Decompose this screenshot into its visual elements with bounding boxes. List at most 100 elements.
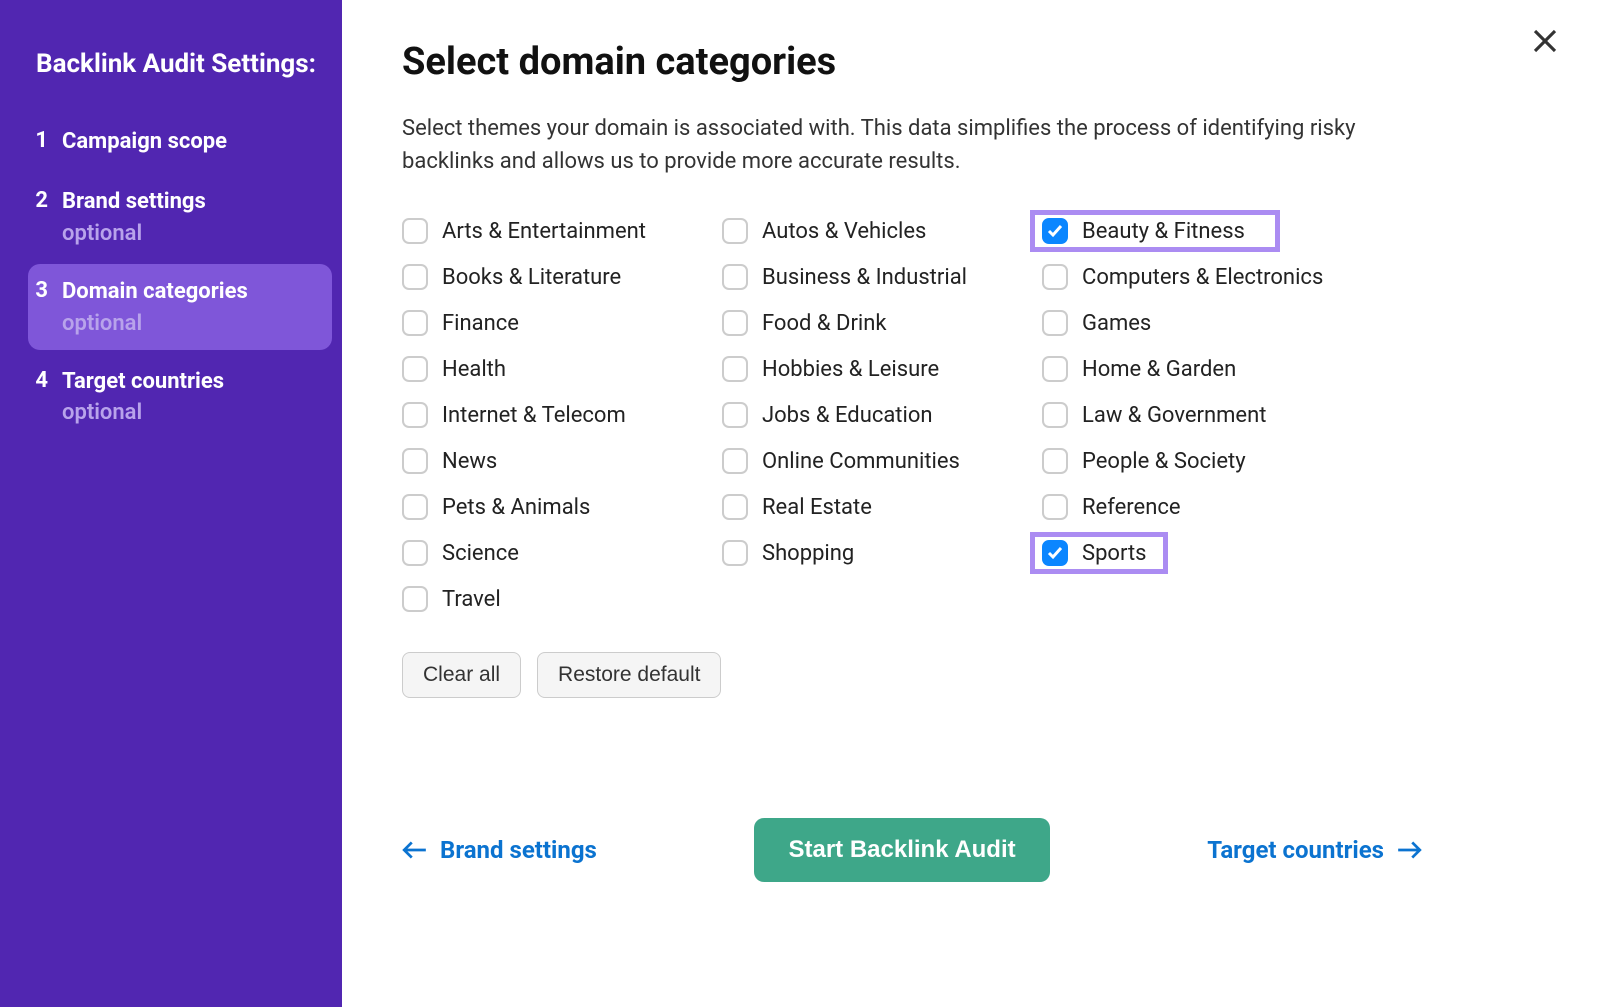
category-checkbox[interactable]: People & Society: [1042, 448, 1362, 474]
category-label: Computers & Electronics: [1082, 265, 1323, 290]
category-checkbox[interactable]: Beauty & Fitness: [1042, 218, 1362, 244]
category-label: Home & Garden: [1082, 357, 1236, 382]
action-row: Clear all Restore default: [402, 652, 1540, 698]
step-optional: optional: [62, 311, 248, 336]
category-checkbox[interactable]: Shopping: [722, 540, 1042, 566]
category-checkbox[interactable]: Online Communities: [722, 448, 1042, 474]
close-button[interactable]: [1530, 26, 1560, 60]
back-link[interactable]: Brand settings: [402, 836, 597, 864]
step-number: 4: [28, 368, 48, 393]
page-description: Select themes your domain is associated …: [402, 112, 1422, 178]
category-label: Science: [442, 541, 519, 566]
category-label: Law & Government: [1082, 403, 1266, 428]
next-link[interactable]: Target countries: [1207, 836, 1422, 864]
category-checkbox[interactable]: Finance: [402, 310, 722, 336]
start-audit-button[interactable]: Start Backlink Audit: [754, 818, 1049, 882]
main-content: Select domain categories Select themes y…: [342, 0, 1600, 1007]
category-label: Hobbies & Leisure: [762, 357, 939, 382]
arrow-right-icon: [1396, 840, 1422, 860]
checkbox-box: [722, 402, 748, 428]
category-label: Arts & Entertainment: [442, 219, 646, 244]
category-checkbox[interactable]: Jobs & Education: [722, 402, 1042, 428]
step-campaign-scope[interactable]: 1 Campaign scope: [28, 114, 332, 171]
category-label: People & Society: [1082, 449, 1246, 474]
category-checkbox[interactable]: Internet & Telecom: [402, 402, 722, 428]
category-label: Beauty & Fitness: [1082, 219, 1245, 244]
step-optional: optional: [62, 400, 224, 425]
category-label: Finance: [442, 311, 519, 336]
close-icon: [1530, 26, 1560, 56]
category-checkbox[interactable]: Computers & Electronics: [1042, 264, 1362, 290]
category-checkbox[interactable]: Arts & Entertainment: [402, 218, 722, 244]
checkbox-box: [722, 494, 748, 520]
check-icon: [1047, 223, 1063, 239]
category-label: Autos & Vehicles: [762, 219, 926, 244]
checkbox-box: [722, 448, 748, 474]
category-checkbox[interactable]: Reference: [1042, 494, 1362, 520]
checkbox-box: [1042, 448, 1068, 474]
category-label: Sports: [1082, 541, 1147, 566]
checkbox-box: [402, 540, 428, 566]
category-label: Shopping: [762, 541, 854, 566]
step-number: 2: [28, 188, 48, 213]
restore-default-button[interactable]: Restore default: [537, 652, 721, 698]
checkbox-box: [402, 310, 428, 336]
settings-sidebar: Backlink Audit Settings: 1 Campaign scop…: [0, 0, 342, 1007]
category-checkbox[interactable]: Hobbies & Leisure: [722, 356, 1042, 382]
category-checkbox[interactable]: Business & Industrial: [722, 264, 1042, 290]
checkbox-box: [722, 310, 748, 336]
checkbox-box: [402, 586, 428, 612]
sidebar-title: Backlink Audit Settings:: [28, 48, 332, 82]
checkbox-box: [1042, 540, 1068, 566]
checkbox-box: [722, 218, 748, 244]
clear-all-button[interactable]: Clear all: [402, 652, 521, 698]
checkbox-box: [1042, 356, 1068, 382]
category-label: Online Communities: [762, 449, 960, 474]
step-target-countries[interactable]: 4 Target countries optional: [28, 354, 332, 440]
checkbox-box: [1042, 402, 1068, 428]
arrow-left-icon: [402, 840, 428, 860]
step-optional: optional: [62, 221, 206, 246]
category-checkbox[interactable]: Science: [402, 540, 722, 566]
checkbox-box: [402, 264, 428, 290]
category-checkbox[interactable]: Real Estate: [722, 494, 1042, 520]
step-domain-categories[interactable]: 3 Domain categories optional: [28, 264, 332, 350]
category-checkbox[interactable]: Books & Literature: [402, 264, 722, 290]
step-label: Target countries: [62, 368, 224, 397]
checkbox-box: [1042, 494, 1068, 520]
category-checkbox[interactable]: Games: [1042, 310, 1362, 336]
category-checkbox[interactable]: Autos & Vehicles: [722, 218, 1042, 244]
category-label: Books & Literature: [442, 265, 621, 290]
next-label: Target countries: [1207, 836, 1384, 864]
checkbox-box: [1042, 264, 1068, 290]
category-checkbox[interactable]: Food & Drink: [722, 310, 1042, 336]
category-label: Business & Industrial: [762, 265, 967, 290]
category-label: Pets & Animals: [442, 495, 590, 520]
category-checkbox[interactable]: News: [402, 448, 722, 474]
step-label: Domain categories: [62, 278, 248, 307]
category-checkbox[interactable]: Pets & Animals: [402, 494, 722, 520]
checkbox-box: [402, 218, 428, 244]
checkbox-box: [1042, 218, 1068, 244]
checkbox-box: [402, 356, 428, 382]
category-checkbox[interactable]: Home & Garden: [1042, 356, 1362, 382]
category-checkbox[interactable]: Health: [402, 356, 722, 382]
checkbox-box: [722, 540, 748, 566]
category-checkbox[interactable]: Sports: [1042, 540, 1362, 566]
checkbox-box: [402, 494, 428, 520]
step-number: 1: [28, 128, 48, 153]
checkbox-box: [1042, 310, 1068, 336]
category-label: Food & Drink: [762, 311, 887, 336]
checkbox-box: [722, 264, 748, 290]
back-label: Brand settings: [440, 836, 597, 864]
category-checkbox[interactable]: Law & Government: [1042, 402, 1362, 428]
footer-nav: Brand settings Start Backlink Audit Targ…: [402, 818, 1422, 882]
step-number: 3: [28, 278, 48, 303]
step-brand-settings[interactable]: 2 Brand settings optional: [28, 174, 332, 260]
category-label: Travel: [442, 587, 501, 612]
checkbox-box: [402, 402, 428, 428]
category-label: Jobs & Education: [762, 403, 933, 428]
checkbox-box: [402, 448, 428, 474]
category-label: Real Estate: [762, 495, 872, 520]
category-checkbox[interactable]: Travel: [402, 586, 722, 612]
